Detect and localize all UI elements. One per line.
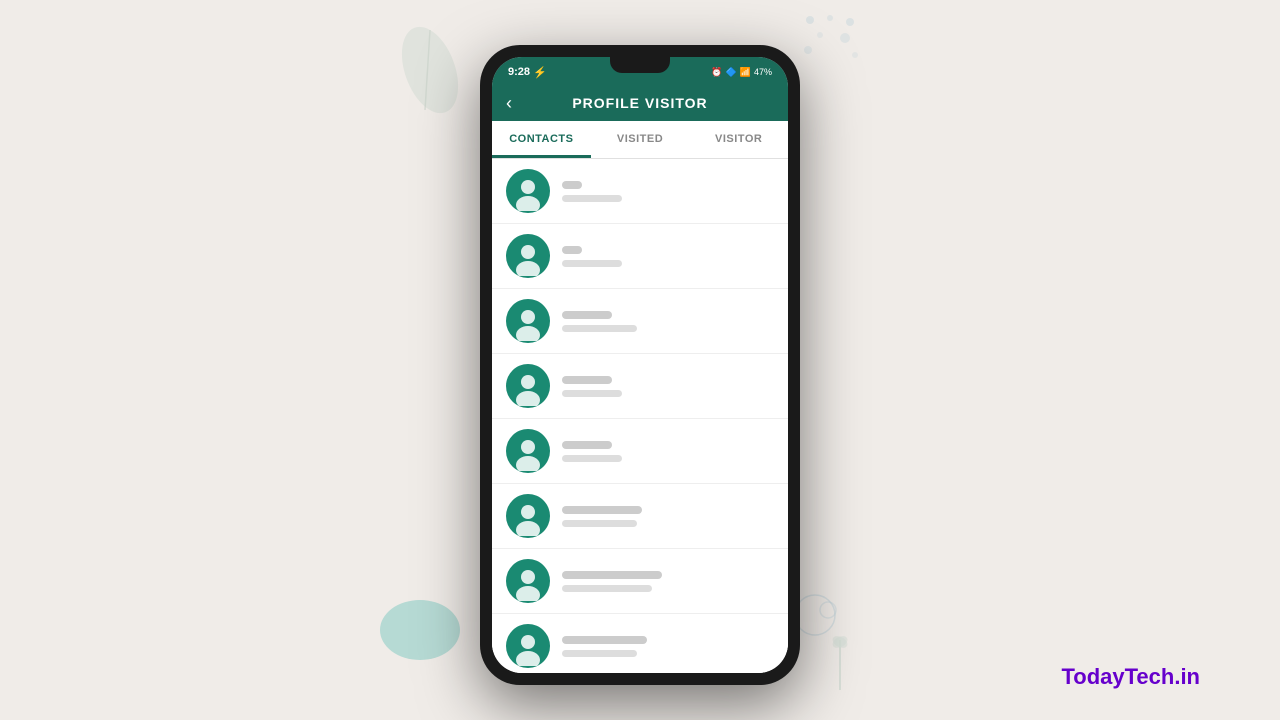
contact-item[interactable] xyxy=(492,354,788,419)
battery-display: 47% xyxy=(754,67,772,77)
flower-decoration xyxy=(820,630,860,690)
leaf-icon xyxy=(390,20,470,120)
contact-list xyxy=(492,159,788,673)
avatar xyxy=(506,234,550,278)
contact-name-blur xyxy=(562,441,612,449)
contact-info xyxy=(562,246,774,267)
back-button[interactable]: ‹ xyxy=(506,93,512,114)
contact-name-blur xyxy=(562,376,612,384)
watermark: TodayTech.in xyxy=(1061,664,1200,690)
tab-visited[interactable]: VISITED xyxy=(591,121,690,158)
tab-contacts[interactable]: CONTACTS xyxy=(492,121,591,158)
tab-visitor[interactable]: VISITOR xyxy=(689,121,788,158)
contact-info xyxy=(562,311,774,332)
contact-item[interactable] xyxy=(492,289,788,354)
contact-item[interactable] xyxy=(492,614,788,673)
contact-name-blur xyxy=(562,506,642,514)
phone-notch xyxy=(610,57,670,73)
contact-item[interactable] xyxy=(492,549,788,614)
contact-sub-blur xyxy=(562,195,622,202)
bluetooth-icon: 🔷 xyxy=(726,67,737,78)
contact-name-blur xyxy=(562,246,582,254)
contact-sub-blur xyxy=(562,260,622,267)
avatar xyxy=(506,624,550,668)
avatar xyxy=(506,299,550,343)
contact-info xyxy=(562,506,774,527)
contact-info xyxy=(562,571,774,592)
contact-sub-blur xyxy=(562,390,622,397)
wifi-icon: 📶 xyxy=(740,67,751,78)
contact-item[interactable] xyxy=(492,419,788,484)
contact-name-blur xyxy=(562,311,612,319)
status-time: 9:28 ⚡ xyxy=(508,66,547,79)
contact-info xyxy=(562,376,774,397)
contact-sub-blur xyxy=(562,585,652,592)
contact-info xyxy=(562,441,774,462)
avatar xyxy=(506,559,550,603)
avatar xyxy=(506,364,550,408)
header-title: PROFILE VISITOR xyxy=(572,95,707,111)
contact-item[interactable] xyxy=(492,159,788,224)
teal-blob xyxy=(380,600,460,660)
contact-info xyxy=(562,636,774,657)
tab-bar: CONTACTS VISITED VISITOR xyxy=(492,121,788,159)
phone-device: 9:28 ⚡ ⏰ 🔷 📶 47% ‹ PROFILE VISITOR CONTA… xyxy=(480,45,800,685)
avatar xyxy=(506,169,550,213)
alarm-icon: ⏰ xyxy=(711,67,722,78)
app-header: ‹ PROFILE VISITOR xyxy=(492,85,788,121)
contact-item[interactable] xyxy=(492,224,788,289)
contact-name-blur xyxy=(562,571,662,579)
contact-info xyxy=(562,181,774,202)
contact-name-blur xyxy=(562,181,582,189)
charging-icon: ⚡ xyxy=(533,66,547,79)
contact-sub-blur xyxy=(562,455,622,462)
contact-sub-blur xyxy=(562,520,637,527)
avatar xyxy=(506,429,550,473)
contact-name-blur xyxy=(562,636,647,644)
contact-sub-blur xyxy=(562,650,637,657)
avatar xyxy=(506,494,550,538)
status-icons: ⏰ 🔷 📶 47% xyxy=(711,67,772,78)
contact-sub-blur xyxy=(562,325,637,332)
phone-screen: 9:28 ⚡ ⏰ 🔷 📶 47% ‹ PROFILE VISITOR CONTA… xyxy=(492,57,788,673)
time-display: 9:28 xyxy=(508,66,530,78)
contact-item[interactable] xyxy=(492,484,788,549)
dots-decoration xyxy=(800,10,860,70)
